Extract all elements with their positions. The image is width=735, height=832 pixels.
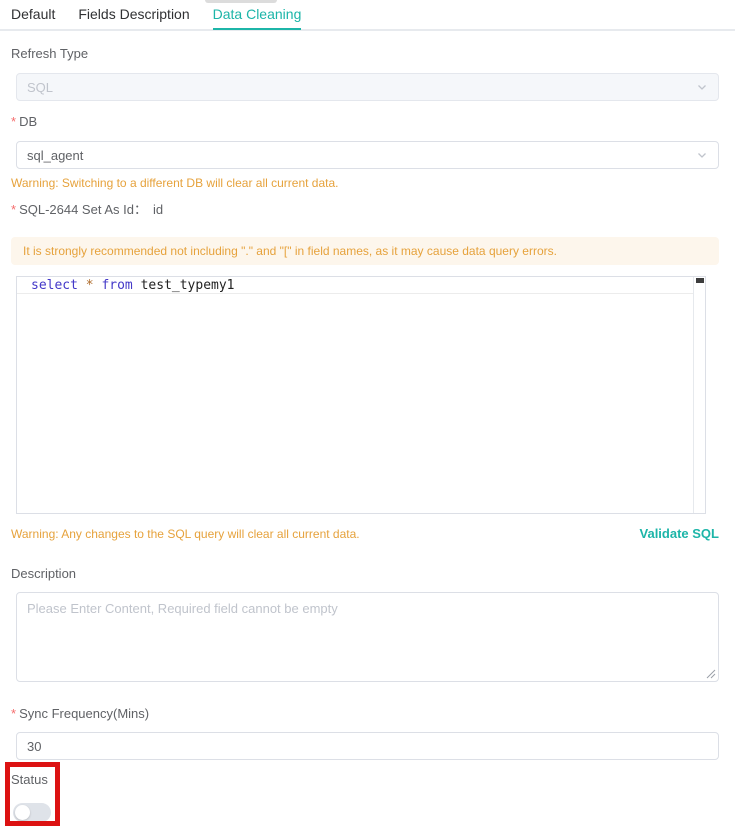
sql-keyword: from <box>101 278 133 293</box>
refresh-type-label-text: Refresh Type <box>11 46 89 61</box>
sql-label: * SQL-2644 Set As Id： id <box>11 202 735 217</box>
sql-warning-row: Warning: Any changes to the SQL query wi… <box>11 526 719 541</box>
sql-identifier: test_typemy1 <box>140 278 235 293</box>
data-cleaning-form-page: Default Fields Description Data Cleaning… <box>0 0 735 832</box>
tab-bar: Default Fields Description Data Cleaning <box>0 0 735 31</box>
status-label: Status <box>11 772 48 787</box>
annotation-highlight-box <box>5 762 60 826</box>
sync-frequency-label-text: Sync Frequency(Mins) <box>19 706 150 721</box>
sql-code-line: select * from test_typemy1 <box>17 277 705 294</box>
sql-warning: Warning: Any changes to the SQL query wi… <box>11 526 360 541</box>
editor-scrollbar-track[interactable] <box>693 277 705 513</box>
sync-frequency-label: * Sync Frequency(Mins) <box>11 706 735 721</box>
chevron-down-icon <box>696 149 708 161</box>
db-label-text: DB <box>19 114 38 129</box>
sql-keyword: select <box>31 278 78 293</box>
refresh-type-label: Refresh Type <box>11 46 735 61</box>
refresh-type-select[interactable]: SQL <box>16 73 719 101</box>
chevron-down-icon <box>696 81 708 93</box>
db-label: * DB <box>11 114 735 129</box>
sql-id-value: id <box>152 202 164 217</box>
sync-frequency-input[interactable] <box>16 732 719 760</box>
description-label: Description <box>11 566 77 581</box>
sql-code-editor[interactable]: select * from test_typemy1 <box>16 276 706 514</box>
tab-data-cleaning[interactable]: Data Cleaning <box>212 1 301 30</box>
tab-default[interactable]: Default <box>11 1 55 28</box>
field-name-notice-text: It is strongly recommended not including… <box>23 244 557 258</box>
tab-fields-description[interactable]: Fields Description <box>78 1 189 28</box>
db-select[interactable]: sql_agent <box>16 141 719 169</box>
refresh-type-value: SQL <box>27 79 54 95</box>
validate-sql-link[interactable]: Validate SQL <box>640 526 719 541</box>
required-asterisk: * <box>11 706 17 721</box>
sql-operator: * <box>85 278 94 293</box>
db-warning: Warning: Switching to a different DB wil… <box>11 176 339 190</box>
sql-label-text: SQL-2644 Set As Id： <box>19 202 147 217</box>
required-asterisk: * <box>11 114 17 129</box>
editor-scrollbar-thumb[interactable] <box>696 278 704 283</box>
db-value: sql_agent <box>27 147 84 163</box>
field-name-notice: It is strongly recommended not including… <box>11 237 719 265</box>
description-textarea[interactable] <box>16 592 719 682</box>
required-asterisk: * <box>11 202 17 217</box>
